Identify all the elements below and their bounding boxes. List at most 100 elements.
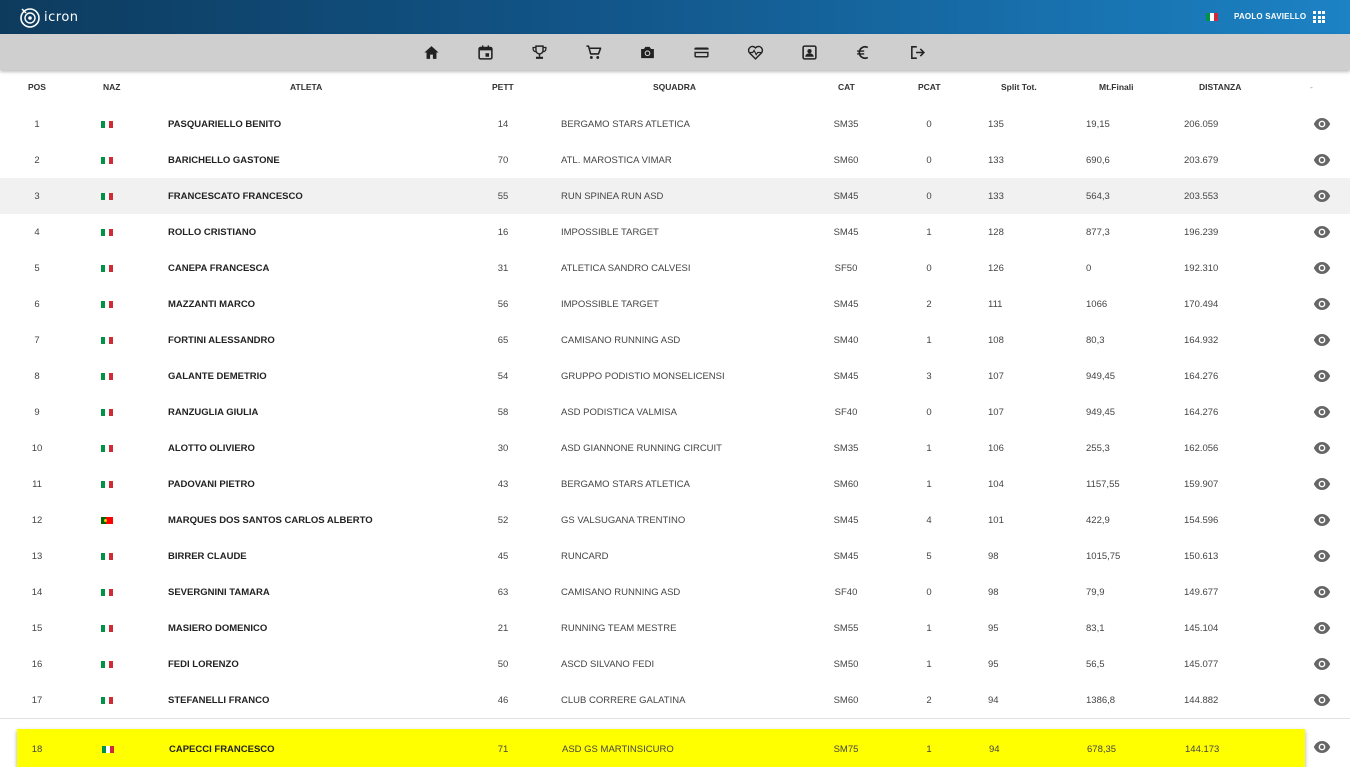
credit-card-icon[interactable] bbox=[691, 42, 711, 62]
col-pett[interactable]: PETT bbox=[492, 82, 514, 92]
heart-rate-icon[interactable] bbox=[745, 42, 765, 62]
table-row[interactable]: 11 PADOVANI PIETRO 43 BERGAMO STARS ATLETIC… bbox=[0, 466, 1350, 503]
cell-cat: SM35 bbox=[833, 119, 859, 130]
view-details-eye-icon[interactable] bbox=[1313, 151, 1331, 169]
view-details-eye-icon[interactable] bbox=[1313, 583, 1331, 601]
view-details-eye-icon[interactable] bbox=[1313, 511, 1331, 529]
table-row[interactable]: 4 ROLLO CRISTIANO 16 IMPOSSIBLE TARGET SM45 1… bbox=[0, 214, 1350, 251]
trophy-icon[interactable] bbox=[529, 42, 549, 62]
cell-distanza: 145.104 bbox=[1184, 623, 1219, 634]
italy-flag-icon bbox=[102, 746, 114, 753]
cell-distanza: 170.494 bbox=[1184, 299, 1219, 310]
cell-pos: 6 bbox=[34, 299, 40, 310]
view-details-eye-icon[interactable] bbox=[1313, 655, 1331, 673]
view-details-eye-icon[interactable] bbox=[1313, 475, 1331, 493]
col-naz[interactable]: NAZ bbox=[103, 82, 120, 92]
home-icon[interactable] bbox=[421, 42, 441, 62]
col-split[interactable]: Split Tot. bbox=[1001, 82, 1037, 92]
cell-split: 95 bbox=[988, 659, 999, 670]
view-details-eye-icon[interactable] bbox=[1313, 115, 1331, 133]
view-details-eye-icon[interactable] bbox=[1313, 619, 1331, 637]
table-row[interactable]: 7 FORTINI ALESSANDRO 65 CAMISANO RUNNING AS… bbox=[0, 322, 1350, 359]
cell-squadra: ATLETICA SANDRO CALVESI bbox=[561, 263, 691, 274]
cell-pos: 13 bbox=[31, 551, 43, 562]
table-row[interactable]: 6 MAZZANTI MARCO 56 IMPOSSIBLE TARGET SM45 2 1… bbox=[0, 286, 1350, 323]
logo-mark-icon bbox=[20, 8, 40, 28]
view-details-eye-icon[interactable] bbox=[1313, 691, 1331, 709]
contact-card-icon[interactable] bbox=[799, 42, 819, 62]
cell-squadra: GRUPPO PODISTIO MONSELICENSI bbox=[561, 371, 725, 382]
table-row[interactable]: 17 STEFANELLI FRANCO 46 CLUB CORRERE GALATI… bbox=[0, 682, 1350, 719]
cell-distanza: 164.276 bbox=[1184, 407, 1219, 418]
apps-grid-icon[interactable] bbox=[1313, 11, 1325, 23]
cell-atleta: PADOVANI PIETRO bbox=[168, 479, 255, 490]
table-row[interactable]: 8 GALANTE DEMETRIO 54 GRUPPO PODISTIO MONSE… bbox=[0, 358, 1350, 395]
view-details-eye-icon[interactable] bbox=[1313, 259, 1331, 277]
cell-pett: 71 bbox=[497, 744, 509, 755]
view-details-eye-icon[interactable] bbox=[1313, 295, 1331, 313]
cell-mt-finali: 1386,8 bbox=[1086, 695, 1116, 706]
table-row-highlighted[interactable]: 18 CAPECCI FRANCESCO 71 ASD GS MARTINSICURO… bbox=[17, 729, 1305, 767]
table-row[interactable]: 12 MARQUES DOS SANTOS CARLOS ALBERTO 52 GS … bbox=[0, 502, 1350, 539]
cell-mt-finali: 949,45 bbox=[1086, 371, 1116, 382]
col-mt-finali[interactable]: Mt.Finali bbox=[1099, 82, 1133, 92]
cell-atleta: ROLLO CRISTIANO bbox=[168, 227, 257, 238]
cell-squadra: ASD GIANNONE RUNNING CIRCUIT bbox=[561, 443, 722, 454]
table-row[interactable]: 16 FEDI LORENZO 50 ASCD SILVANO FEDI SM50 1 95… bbox=[0, 646, 1350, 683]
table-row[interactable]: 3 FRANCESCATO FRANCESCO 55 RUN SPINEA RUN A… bbox=[0, 178, 1350, 215]
cell-mt-finali: 79,9 bbox=[1086, 587, 1105, 598]
calendar-icon[interactable] bbox=[475, 42, 495, 62]
col-pcat[interactable]: PCAT bbox=[918, 82, 941, 92]
view-details-eye-icon[interactable] bbox=[1313, 439, 1331, 457]
cell-squadra: ASD GS MARTINSICURO bbox=[562, 744, 674, 755]
cell-split: 101 bbox=[988, 515, 1004, 526]
cell-pcat: 4 bbox=[926, 515, 932, 526]
table-row[interactable]: 1 PASQUARIELLO BENITO 14 BERGAMO STARS ATLE… bbox=[0, 106, 1350, 143]
cell-distanza: 206.059 bbox=[1184, 119, 1219, 130]
cell-split: 94 bbox=[989, 744, 1000, 755]
col-atleta[interactable]: ATLETA bbox=[290, 82, 322, 92]
logout-icon[interactable] bbox=[907, 42, 927, 62]
cell-split: 126 bbox=[988, 263, 1004, 274]
cell-squadra: GS VALSUGANA TRENTINO bbox=[561, 515, 686, 526]
table-row[interactable]: 2 BARICHELLO GASTONE 70 ATL. MAROSTICA VIMA… bbox=[0, 142, 1350, 179]
table-row[interactable]: 10 ALOTTO OLIVIERO 30 ASD GIANNONE RUNNING … bbox=[0, 430, 1350, 467]
cell-split: 98 bbox=[988, 551, 999, 562]
italy-flag-icon[interactable] bbox=[1206, 13, 1218, 21]
cell-atleta: RANZUGLIA GIULIA bbox=[168, 407, 259, 418]
icron-logo[interactable]: icron bbox=[18, 4, 79, 30]
cell-pos: 8 bbox=[34, 371, 40, 382]
view-details-eye-icon[interactable] bbox=[1313, 403, 1331, 421]
cell-cat: SM45 bbox=[833, 191, 859, 202]
italy-flag-icon bbox=[101, 445, 113, 452]
view-details-eye-icon[interactable] bbox=[1313, 738, 1331, 756]
cell-split: 107 bbox=[988, 371, 1004, 382]
euro-icon[interactable] bbox=[853, 42, 873, 62]
table-row[interactable]: 5 CANEPA FRANCESCA 31 ATLETICA SANDRO CALVE… bbox=[0, 250, 1350, 287]
cell-mt-finali: 1015,75 bbox=[1086, 551, 1121, 562]
view-details-eye-icon[interactable] bbox=[1313, 547, 1331, 565]
cart-icon[interactable] bbox=[583, 42, 603, 62]
table-row[interactable]: 9 RANZUGLIA GIULIA 58 ASD PODISTICA VALMISA… bbox=[0, 394, 1350, 431]
cell-pett: 56 bbox=[497, 299, 509, 310]
cell-cat: SM75 bbox=[833, 744, 859, 755]
cell-squadra: RUNNING TEAM MESTRE bbox=[561, 623, 677, 634]
italy-flag-icon bbox=[101, 697, 113, 704]
view-details-eye-icon[interactable] bbox=[1313, 223, 1331, 241]
cell-pos: 9 bbox=[34, 407, 40, 418]
cell-mt-finali: 80,3 bbox=[1086, 335, 1105, 346]
table-row[interactable]: 13 BIRRER CLAUDE 45 RUNCARD SM45 5 98 1015,75 15… bbox=[0, 538, 1350, 575]
table-row[interactable]: 14 SEVERGNINI TAMARA 63 CAMISANO RUNNING AS… bbox=[0, 574, 1350, 611]
table-row[interactable]: 15 MASIERO DOMENICO 21 RUNNING TEAM MESTRE S… bbox=[0, 610, 1350, 647]
view-details-eye-icon[interactable] bbox=[1313, 331, 1331, 349]
cell-pcat: 0 bbox=[926, 263, 932, 274]
view-details-eye-icon[interactable] bbox=[1313, 367, 1331, 385]
view-details-eye-icon[interactable] bbox=[1313, 187, 1331, 205]
col-squadra[interactable]: SQUADRA bbox=[653, 82, 696, 92]
col-cat[interactable]: CAT bbox=[838, 82, 855, 92]
col-pos[interactable]: POS bbox=[28, 82, 46, 92]
user-name[interactable]: PAOLO SAVIELLO bbox=[1234, 12, 1306, 21]
camera-icon[interactable] bbox=[637, 42, 657, 62]
cell-pett: 52 bbox=[497, 515, 509, 526]
col-distanza[interactable]: DISTANZA bbox=[1199, 82, 1241, 92]
